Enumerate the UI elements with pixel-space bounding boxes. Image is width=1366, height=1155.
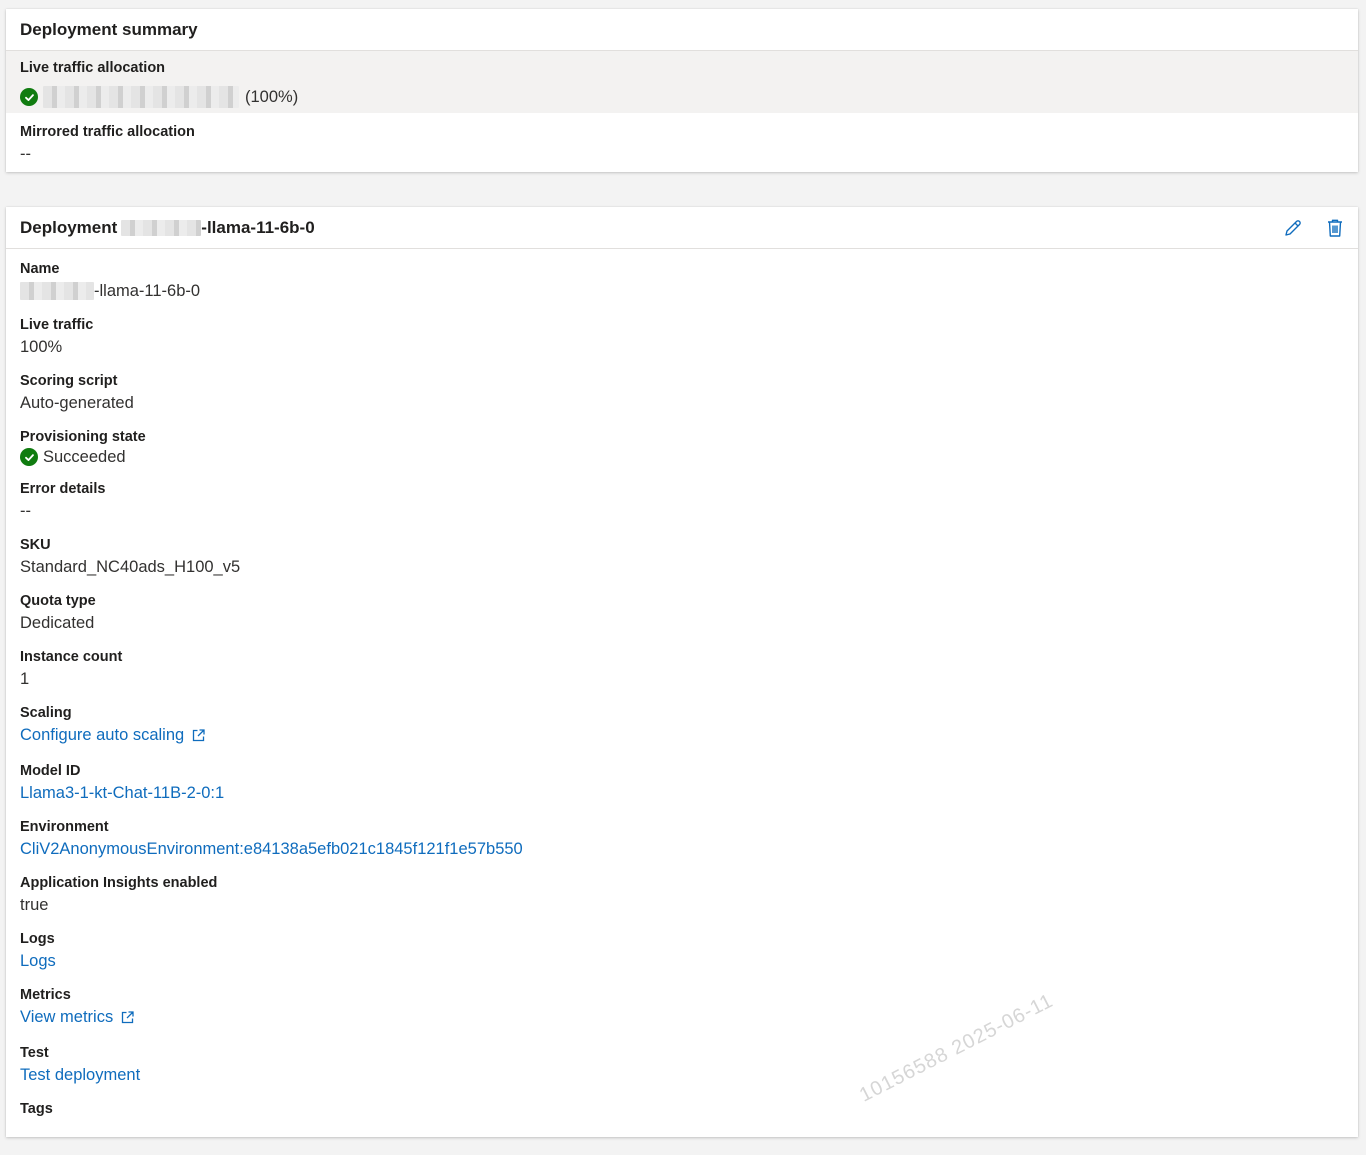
tags-label: Tags xyxy=(20,1101,53,1117)
redacted-name-prefix xyxy=(20,282,94,300)
redacted-deployment-id xyxy=(121,219,202,236)
field-name: Name -llama-11-6b-0 xyxy=(20,259,1358,315)
header-actions xyxy=(1282,217,1346,239)
success-check-icon xyxy=(20,88,38,106)
test-label: Test xyxy=(20,1045,49,1061)
redacted-deployment-name xyxy=(43,86,239,108)
test-deployment-link[interactable]: Test deployment xyxy=(20,1064,140,1086)
scaling-label: Scaling xyxy=(20,705,72,721)
error-details-value: -- xyxy=(20,502,31,520)
sku-value: Standard_NC40ads_H100_v5 xyxy=(20,558,241,576)
app-insights-value: true xyxy=(20,896,49,914)
model-id-link[interactable]: Llama3-1-kt-Chat-11B-2-0:1 xyxy=(20,782,224,804)
provisioning-state-value: Succeeded xyxy=(20,446,1358,468)
external-link-icon xyxy=(121,1010,134,1024)
field-sku: SKU Standard_NC40ads_H100_v5 xyxy=(20,535,1358,591)
error-details-label: Error details xyxy=(20,481,106,497)
live-traffic-allocation-value: (100%) xyxy=(20,86,1358,108)
field-model-id: Model ID Llama3-1-kt-Chat-11B-2-0:1 xyxy=(20,761,1358,817)
provisioning-state-label: Provisioning state xyxy=(20,429,146,445)
scoring-script-label: Scoring script xyxy=(20,373,118,389)
summary-header: Deployment summary xyxy=(6,9,1358,51)
field-scaling: Scaling Configure auto scaling xyxy=(20,703,1358,761)
field-scoring-script: Scoring script Auto-generated xyxy=(20,371,1358,427)
environment-link[interactable]: CliV2AnonymousEnvironment:e84138a5efb021… xyxy=(20,838,523,860)
configure-auto-scaling-link[interactable]: Configure auto scaling xyxy=(20,724,205,746)
live-traffic-label: Live traffic xyxy=(20,317,94,333)
field-live-traffic: Live traffic 100% xyxy=(20,315,1358,371)
test-value: Test deployment xyxy=(20,1064,1358,1086)
mirrored-traffic-allocation-label: Mirrored traffic allocation xyxy=(20,124,195,140)
field-tags: Tags xyxy=(20,1099,1358,1155)
environment-value: CliV2AnonymousEnvironment:e84138a5efb021… xyxy=(20,838,1358,860)
field-logs: Logs Logs xyxy=(20,929,1358,985)
edit-button[interactable] xyxy=(1282,217,1304,239)
deployment-title-suffix: -llama-11-6b-0 xyxy=(201,217,315,237)
scoring-script-value: Auto-generated xyxy=(20,394,134,412)
mirrored-traffic-allocation-row: Mirrored traffic allocation -- xyxy=(6,113,1358,165)
name-value: -llama-11-6b-0 xyxy=(20,280,1358,302)
metrics-value: View metrics xyxy=(20,1006,1358,1028)
instance-count-label: Instance count xyxy=(20,649,123,665)
scaling-value: Configure auto scaling xyxy=(20,724,1358,746)
name-label: Name xyxy=(20,261,60,277)
model-id-value: Llama3-1-kt-Chat-11B-2-0:1 xyxy=(20,782,1358,804)
field-metrics: Metrics View metrics xyxy=(20,985,1358,1043)
live-traffic-percent: (100%) xyxy=(245,88,299,106)
field-error-details: Error details -- xyxy=(20,479,1358,535)
field-quota-type: Quota type Dedicated xyxy=(20,591,1358,647)
instance-count-value: 1 xyxy=(20,670,30,688)
name-value-suffix: -llama-11-6b-0 xyxy=(94,282,201,300)
view-metrics-link[interactable]: View metrics xyxy=(20,1006,134,1028)
live-traffic-allocation-row: Live traffic allocation (100%) xyxy=(6,51,1358,113)
external-link-icon xyxy=(192,728,205,742)
live-traffic-value: 100% xyxy=(20,338,63,356)
field-instance-count: Instance count 1 xyxy=(20,647,1358,703)
model-id-label: Model ID xyxy=(20,763,81,779)
field-test: Test Test deployment xyxy=(20,1043,1358,1099)
pencil-icon xyxy=(1285,220,1301,236)
logs-link[interactable]: Logs xyxy=(20,950,56,972)
quota-type-label: Quota type xyxy=(20,593,96,609)
mirrored-traffic-allocation-value: -- xyxy=(20,145,31,163)
live-traffic-allocation-label: Live traffic allocation xyxy=(20,60,166,76)
logs-value: Logs xyxy=(20,950,1358,972)
delete-button[interactable] xyxy=(1324,217,1346,239)
summary-title: Deployment summary xyxy=(20,19,198,39)
deployment-summary-card: Deployment summary Live traffic allocati… xyxy=(6,9,1358,172)
field-environment: Environment CliV2AnonymousEnvironment:e8… xyxy=(20,817,1358,873)
deployment-title: Deployment -llama-11-6b-0 xyxy=(20,218,315,238)
deployment-header: Deployment -llama-11-6b-0 xyxy=(6,207,1358,249)
metrics-label: Metrics xyxy=(20,987,71,1003)
quota-type-value: Dedicated xyxy=(20,614,95,632)
field-app-insights: Application Insights enabled true xyxy=(20,873,1358,929)
success-check-icon xyxy=(20,448,38,466)
deployment-details-card: Deployment -llama-11-6b-0 Name -llama-11… xyxy=(6,207,1358,1137)
sku-label: SKU xyxy=(20,537,51,553)
configure-auto-scaling-text: Configure auto scaling xyxy=(20,726,185,744)
provisioning-state-text: Succeeded xyxy=(43,448,126,466)
trash-icon xyxy=(1328,219,1342,237)
app-insights-label: Application Insights enabled xyxy=(20,875,218,891)
view-metrics-text: View metrics xyxy=(20,1008,114,1026)
logs-label: Logs xyxy=(20,931,55,947)
environment-label: Environment xyxy=(20,819,109,835)
deployment-fields: Name -llama-11-6b-0 Live traffic 100% Sc… xyxy=(6,249,1358,1155)
deployment-title-prefix: Deployment xyxy=(20,217,118,237)
field-provisioning-state: Provisioning state Succeeded xyxy=(20,427,1358,479)
